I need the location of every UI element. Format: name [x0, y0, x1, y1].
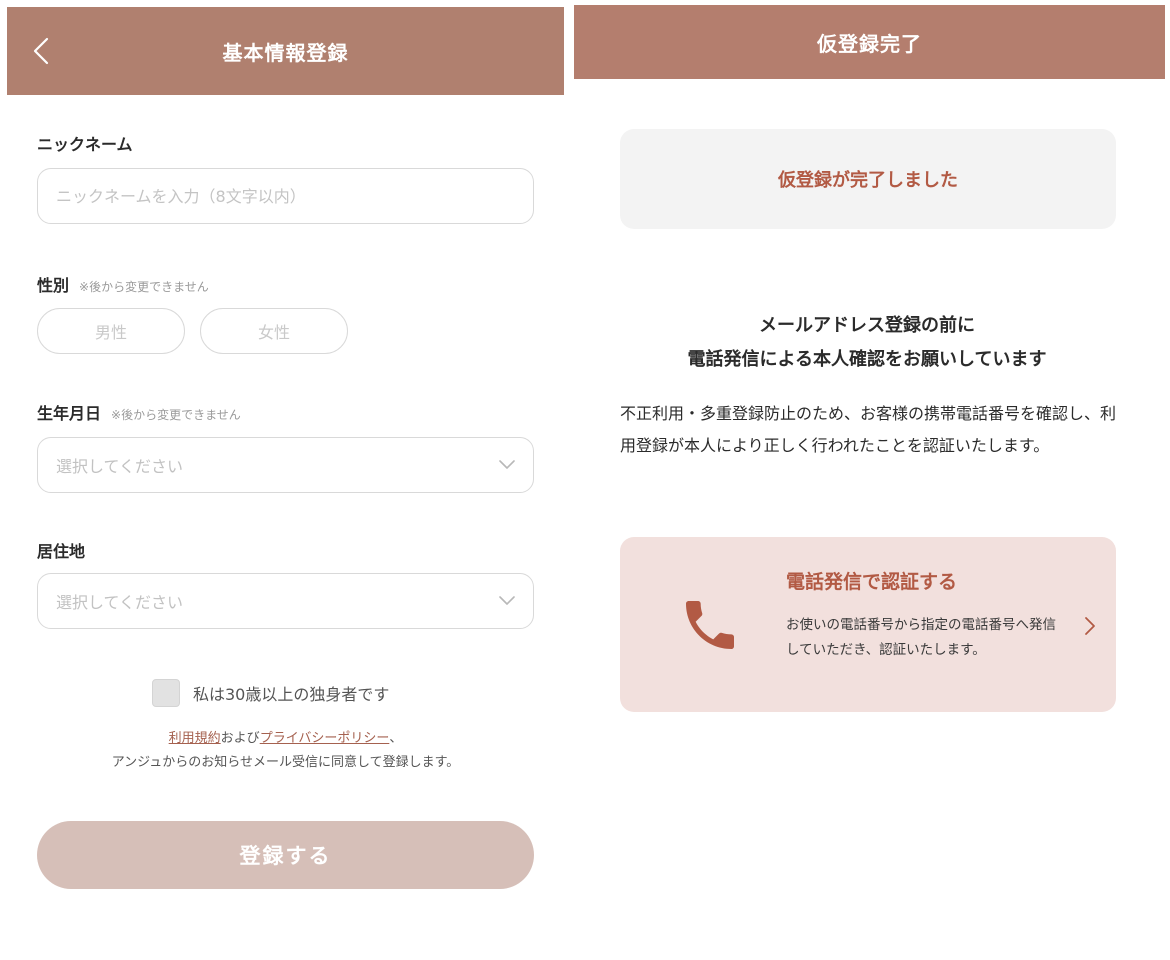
terms-line1: 利用規約およびプライバシーポリシー、	[37, 727, 534, 751]
birthdate-label: 生年月日 ※後から変更できません	[37, 400, 241, 424]
birthdate-label-text: 生年月日	[37, 404, 102, 423]
age-confirm-row: 私は30歳以上の独身者です	[152, 679, 389, 707]
phone-icon	[686, 601, 734, 649]
chevron-down-icon	[499, 460, 515, 469]
chevron-down-icon	[499, 596, 515, 605]
register-button[interactable]: 登録する	[37, 821, 534, 889]
residence-label: 居住地	[37, 538, 85, 562]
gender-label: 性別 ※後から変更できません	[37, 272, 209, 296]
chevron-right-icon	[1085, 617, 1095, 635]
status-box: 仮登録が完了しました	[620, 129, 1116, 229]
terms-consent: 利用規約およびプライバシーポリシー、 アンジュからのお知らせメール受信に同意して…	[37, 727, 534, 775]
terms-link[interactable]: 利用規約	[169, 731, 221, 746]
gender-female-button[interactable]: 女性	[200, 308, 348, 354]
nickname-input[interactable]	[37, 168, 534, 224]
consent-text: アンジュからのお知らせメール受信に同意して登録します。	[111, 755, 460, 770]
residence-label-text: 居住地	[37, 542, 86, 561]
registration-complete-screen: 仮登録完了 仮登録が完了しました メールアドレス登録の前に 電話発信による本人確…	[572, 0, 1170, 960]
age-confirm-checkbox[interactable]	[152, 679, 180, 707]
residence-select[interactable]: 選択してください	[37, 573, 534, 629]
nickname-label: ニックネーム	[37, 131, 133, 155]
page-title: 基本情報登録	[222, 40, 349, 65]
birthdate-select[interactable]: 選択してください	[37, 437, 534, 493]
explanation-text: 不正利用・多重登録防止のため、お客様の携帯電話番号を確認し、利用登録が本人により…	[620, 404, 1117, 455]
birthdate-placeholder: 選択してください	[56, 457, 184, 476]
header-bar: 基本情報登録	[7, 7, 564, 95]
back-arrow-icon[interactable]	[31, 36, 53, 66]
birthdate-note: ※後から変更できません	[111, 408, 241, 422]
comma-text: 、	[389, 731, 403, 746]
phone-verify-card[interactable]: 電話発信で認証する お使いの電話番号から指定の電話番号へ発信していただき、認証い…	[620, 537, 1116, 712]
heading-line2: 電話発信による本人確認をお願いしています	[687, 349, 1047, 370]
phone-verify-description: お使いの電話番号から指定の電話番号へ発信していただき、認証いたします。	[786, 617, 1056, 658]
and-text: および	[220, 731, 260, 746]
gender-note: ※後から変更できません	[79, 280, 209, 294]
privacy-policy-link[interactable]: プライバシーポリシー	[260, 731, 390, 746]
age-confirm-label: 私は30歳以上の独身者です	[193, 685, 390, 704]
nickname-label-text: ニックネーム	[37, 135, 133, 154]
gender-male-button[interactable]: 男性	[37, 308, 185, 354]
residence-placeholder: 選択してください	[56, 593, 184, 612]
basic-info-screen: 基本情報登録 ニックネーム 性別 ※後から変更できません 男性 女性 生年月日 ※後…	[0, 0, 570, 960]
status-message: 仮登録が完了しました	[778, 170, 958, 191]
gender-label-text: 性別	[37, 276, 70, 295]
heading-line1: メールアドレス登録の前に	[759, 315, 975, 336]
header-bar: 仮登録完了	[574, 5, 1165, 79]
phone-verify-title: 電話発信で認証する	[786, 571, 958, 593]
page-title: 仮登録完了	[817, 31, 922, 56]
